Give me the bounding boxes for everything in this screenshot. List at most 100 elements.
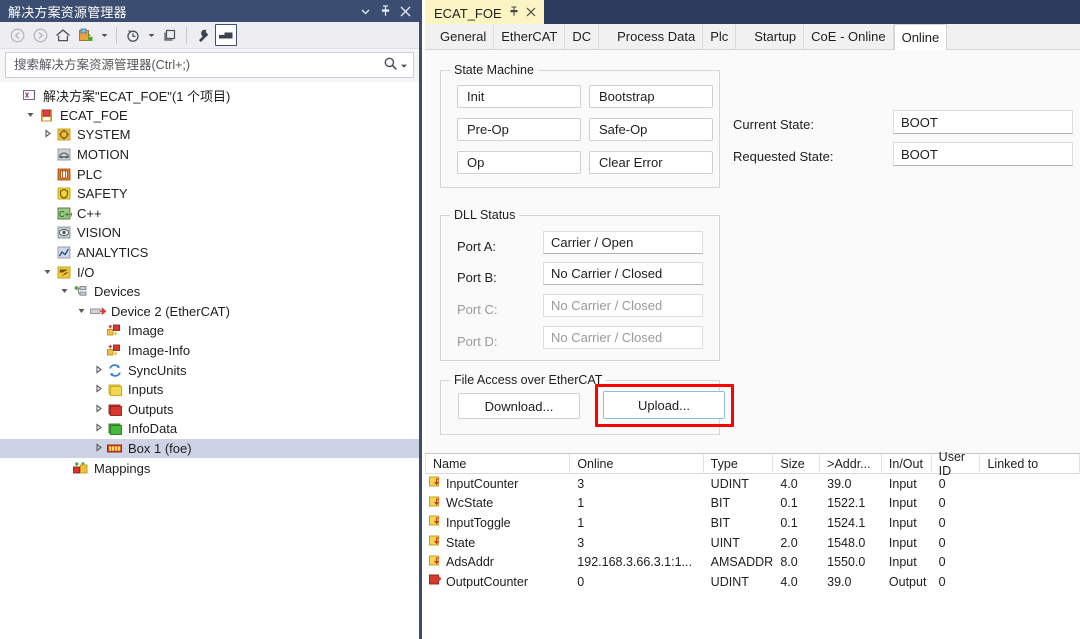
home-icon[interactable] (52, 24, 74, 46)
tab-dc[interactable]: DC (565, 24, 600, 49)
tree-item-box-1-foe[interactable]: Box 1 (foe) (0, 438, 419, 459)
tree-item-mappings[interactable]: Mappings (0, 458, 419, 478)
table-row[interactable]: InputCounter 3 UDINT 4.0 39.0 Input 0 (425, 474, 1080, 494)
tree-item-label: Devices (94, 284, 141, 300)
upload-button[interactable]: Upload... (603, 391, 725, 419)
variable-online-cell: 3 (577, 535, 585, 550)
tree-item-inputs[interactable]: Inputs (0, 380, 419, 400)
variables-table-body[interactable]: InputCounter 3 UDINT 4.0 39.0 Input 0 WcState 1 B… (425, 474, 1080, 592)
tree-item-system[interactable]: SYSTEM (0, 125, 419, 145)
variable-linked-to-cell (980, 494, 1080, 514)
tree-item-i-o[interactable]: I/O (0, 262, 419, 282)
collapse-arrow-icon[interactable] (91, 443, 105, 454)
tree-item-ecat-foe[interactable]: ECAT_FOE (0, 106, 419, 126)
tree-item-plc[interactable]: PLC (0, 164, 419, 184)
sync-dropdown-icon[interactable] (98, 24, 111, 46)
tab-plc[interactable]: Plc (703, 24, 737, 49)
expand-arrow-icon[interactable] (40, 267, 54, 278)
variable-name: InputCounter (446, 476, 519, 491)
solution-tree[interactable]: 解决方案"ECAT_FOE"(1 个项目) ECAT_FOE SYSTEM MOTIO… (0, 82, 419, 639)
pin-icon[interactable] (509, 6, 519, 20)
port-a-value: Carrier / Open (543, 231, 703, 254)
document-tab-ecat-foe[interactable]: ECAT_FOE (425, 0, 544, 24)
tree-item-infodata[interactable]: InfoData (0, 419, 419, 439)
panel-dropdown-icon[interactable] (355, 1, 375, 21)
preview-selected-items-icon[interactable] (215, 24, 237, 46)
tree-item-devices[interactable]: Devices (0, 282, 419, 302)
tree-item-c[interactable]: C++ C++ (0, 204, 419, 224)
column-header-type[interactable]: Type (704, 454, 774, 474)
bootstrap-button[interactable]: Bootstrap (589, 85, 713, 108)
op-button[interactable]: Op (457, 151, 581, 174)
download-button[interactable]: Download... (458, 393, 580, 419)
tree-item-device-2-ethercat[interactable]: Device 2 (EtherCAT) (0, 302, 419, 322)
toolbar-separator (116, 26, 117, 44)
close-icon[interactable] (526, 6, 536, 20)
back-icon[interactable] (6, 24, 28, 46)
sync-with-active-document-icon[interactable] (75, 24, 97, 46)
variables-table[interactable]: Name Online Type Size >Addr... In/Out User ID L… (425, 450, 1080, 639)
tree-item-vision[interactable]: VISION (0, 223, 419, 243)
init-button[interactable]: Init (457, 85, 581, 108)
safe-op-button[interactable]: Safe-Op (589, 118, 713, 141)
mappings-icon (71, 461, 90, 476)
refresh-dropdown-icon[interactable] (145, 24, 158, 46)
tree-item-label: ECAT_FOE (60, 107, 128, 123)
column-header-online[interactable]: Online (570, 454, 704, 474)
table-row[interactable]: OutputCounter 0 UDINT 4.0 39.0 Output 0 (425, 572, 1080, 592)
expand-arrow-icon[interactable] (23, 110, 37, 121)
column-header-linked-to[interactable]: Linked to (980, 454, 1080, 474)
devices-icon (71, 284, 90, 299)
search-icon[interactable] (383, 56, 398, 74)
forward-icon[interactable] (29, 24, 51, 46)
clear-error-button[interactable]: Clear Error (589, 151, 713, 174)
expand-arrow-icon[interactable] (74, 306, 88, 317)
collapse-arrow-icon[interactable] (91, 384, 105, 395)
tree-item-analytics[interactable]: ANALYTICS (0, 243, 419, 263)
pin-icon[interactable] (375, 1, 395, 21)
vision-icon (54, 225, 73, 240)
collapse-all-icon[interactable] (159, 24, 181, 46)
inputs-folder-icon (105, 382, 124, 397)
column-header-in-out[interactable]: In/Out (882, 454, 932, 474)
tree-item-motion[interactable]: MOTION (0, 145, 419, 165)
project-icon (37, 108, 56, 123)
column-header-addr[interactable]: >Addr... (820, 454, 882, 474)
collapse-arrow-icon[interactable] (40, 129, 54, 140)
tab-online[interactable]: Online (893, 24, 948, 50)
tree-item-image[interactable]: Image (0, 321, 419, 341)
tree-item-image-info[interactable]: Image-Info (0, 341, 419, 361)
search-input[interactable] (12, 57, 383, 73)
tree-item-safety[interactable]: SAFETY (0, 184, 419, 204)
tab-coe-online[interactable]: CoE - Online (804, 24, 894, 49)
tree-item-ecat-foe-1[interactable]: 解决方案"ECAT_FOE"(1 个项目) (0, 86, 419, 106)
tab-startup[interactable]: Startup (736, 24, 805, 49)
variable-name: OutputCounter (446, 574, 528, 589)
tree-item-outputs[interactable]: Outputs (0, 400, 419, 420)
table-row[interactable]: AdsAddr 192.168.3.66.3.1:1... AMSADDR 8.0 15… (425, 552, 1080, 572)
table-row[interactable]: InputToggle 1 BIT 0.1 1524.1 Input 0 (425, 513, 1080, 533)
tab-ethercat[interactable]: EtherCAT (494, 24, 566, 49)
chevron-down-icon[interactable] (400, 58, 408, 72)
table-row[interactable]: State 3 UINT 2.0 1548.0 Input 0 (425, 533, 1080, 553)
collapse-arrow-icon[interactable] (91, 423, 105, 434)
property-tab-bar[interactable]: General EtherCAT DC Process Data Plc Startup C… (425, 24, 1080, 50)
collapse-arrow-icon[interactable] (91, 365, 105, 376)
column-header-user-id[interactable]: User ID (932, 450, 981, 478)
collapse-arrow-icon[interactable] (91, 404, 105, 415)
column-header-size[interactable]: Size (773, 454, 821, 474)
pre-op-button[interactable]: Pre-Op (457, 118, 581, 141)
tab-general[interactable]: General (433, 24, 495, 49)
port-a-label: Port A: (457, 239, 497, 254)
close-icon[interactable] (395, 1, 415, 21)
tab-process-data[interactable]: Process Data (599, 24, 704, 49)
properties-wrench-icon[interactable] (192, 24, 214, 46)
variable-addr-cell: 39.0 (827, 574, 852, 589)
expand-arrow-icon[interactable] (57, 286, 71, 297)
variable-size-cell: 2.0 (780, 535, 798, 550)
table-row[interactable]: WcState 1 BIT 0.1 1522.1 Input 0 (425, 494, 1080, 514)
refresh-icon[interactable] (122, 24, 144, 46)
tree-item-syncunits[interactable]: SyncUnits (0, 360, 419, 380)
column-header-name[interactable]: Name (425, 454, 571, 474)
search-box[interactable] (5, 52, 414, 78)
